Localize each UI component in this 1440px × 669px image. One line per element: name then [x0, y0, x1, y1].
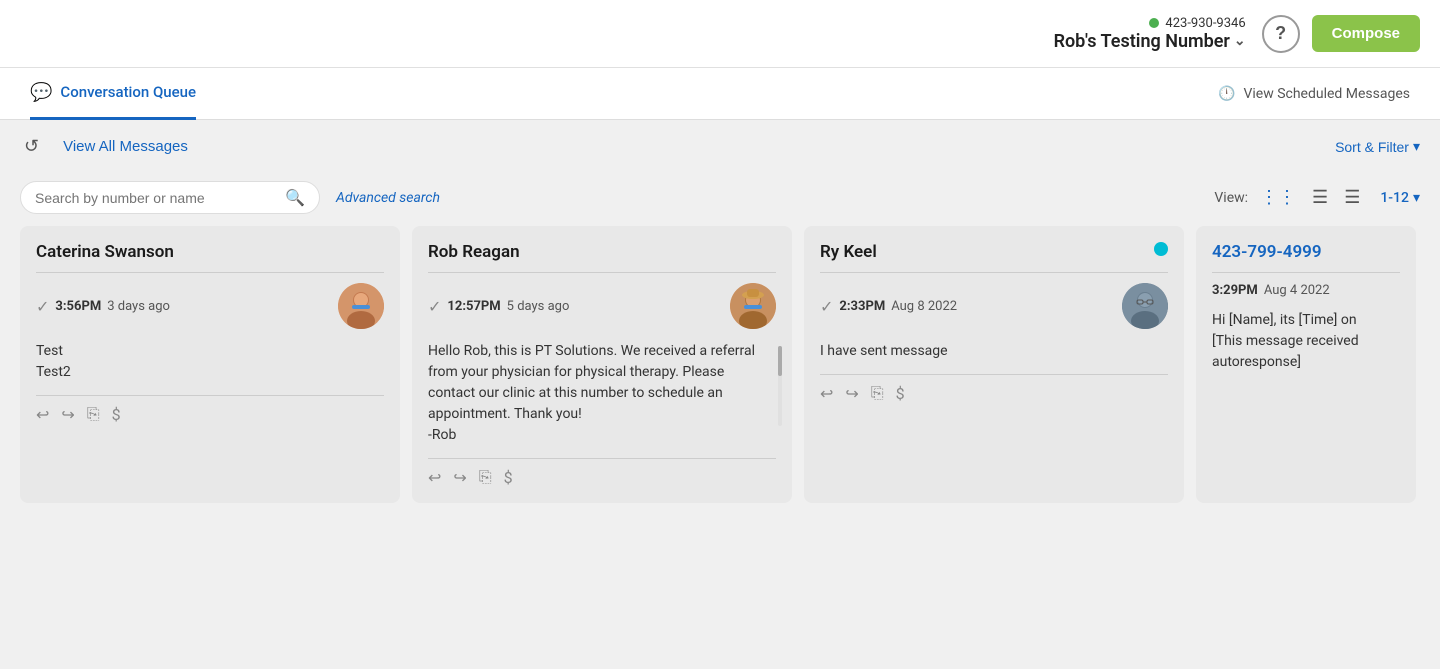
- card-time-unknown: 3:29PM Aug 4 2022: [1212, 283, 1400, 298]
- scroll-thumb: [778, 346, 782, 376]
- avatar-caterina: [338, 283, 384, 329]
- time-bold: 3:29PM: [1212, 283, 1258, 298]
- top-header: 423-930-9346 Rob's Testing Number ⌄ ? Co…: [0, 0, 1440, 68]
- compact-view-button[interactable]: ☰: [1308, 185, 1332, 210]
- reply-icon[interactable]: ↩: [428, 468, 441, 487]
- time-ago: 3 days ago: [107, 299, 170, 314]
- card-name-rob: Rob Reagan: [428, 242, 776, 262]
- card-message-unknown: Hi [Name], its [Time] on[This message re…: [1212, 310, 1400, 373]
- time-ago: Aug 4 2022: [1264, 283, 1330, 298]
- view-scheduled-label: View Scheduled Messages: [1243, 86, 1410, 102]
- check-icon: ✓: [820, 297, 833, 316]
- chat-icon: 💬: [30, 82, 52, 103]
- nav-tabs: 💬 Conversation Queue 🕛 View Scheduled Me…: [0, 68, 1440, 120]
- list-view-button[interactable]: ☰: [1340, 185, 1364, 210]
- avatar-ry: [1122, 283, 1168, 329]
- time-bold: 3:56PM: [55, 299, 101, 314]
- conversation-card-ry[interactable]: Ry Keel ✓ 2:33PM Aug 8 2022: [804, 226, 1184, 503]
- copy-icon[interactable]: ⎘: [871, 383, 884, 403]
- card-meta-ry: ✓ 2:33PM Aug 8 2022: [820, 283, 1168, 329]
- dollar-icon[interactable]: $: [896, 384, 905, 403]
- card-footer-ry: ↩ ↪ ⎘ $: [820, 374, 1168, 403]
- testing-number-selector[interactable]: Rob's Testing Number ⌄: [1054, 31, 1246, 52]
- forward-icon[interactable]: ↪: [845, 384, 858, 403]
- sort-filter-label: Sort & Filter: [1335, 139, 1409, 155]
- forward-icon[interactable]: ↪: [453, 468, 466, 487]
- dollar-icon[interactable]: $: [504, 468, 513, 487]
- chevron-down-icon: ⌄: [1234, 33, 1246, 49]
- testing-number-label: Rob's Testing Number: [1054, 31, 1230, 52]
- reply-icon[interactable]: ↩: [36, 405, 49, 424]
- phone-info: 423-930-9346 Rob's Testing Number ⌄: [1054, 16, 1246, 52]
- pagination-label: 1-12: [1380, 190, 1409, 206]
- card-name-ry: Ry Keel: [820, 242, 1168, 262]
- forward-icon[interactable]: ↪: [61, 405, 74, 424]
- time-bold: 12:57PM: [447, 299, 500, 314]
- copy-icon[interactable]: ⎘: [479, 467, 492, 487]
- phone-number-display: 423-930-9346: [1165, 16, 1245, 31]
- time-ago: 5 days ago: [507, 299, 570, 314]
- copy-icon[interactable]: ⎘: [87, 404, 100, 424]
- cards-area: Caterina Swanson ✓ 3:56PM 3 days ago Tes…: [0, 226, 1440, 523]
- view-all-messages-button[interactable]: View All Messages: [63, 138, 188, 155]
- phone-status: 423-930-9346: [1149, 16, 1245, 31]
- conversation-card-caterina[interactable]: Caterina Swanson ✓ 3:56PM 3 days ago Tes…: [20, 226, 400, 503]
- chevron-down-icon: ▾: [1413, 138, 1420, 155]
- conversation-queue-label: Conversation Queue: [60, 83, 196, 101]
- online-indicator: [1154, 242, 1168, 256]
- clock-icon: 🕛: [1218, 86, 1235, 102]
- pagination-control[interactable]: 1-12 ▾: [1380, 190, 1420, 206]
- toolbar: ↺ View All Messages Sort & Filter ▾: [0, 120, 1440, 173]
- view-label: View:: [1214, 190, 1248, 206]
- card-meta-rob: ✓ 12:57PM 5 days ago: [428, 283, 776, 329]
- view-controls: View: ⋮⋮ ☰ ☰ 1-12 ▾: [1214, 185, 1420, 210]
- scroll-track: [778, 346, 782, 426]
- help-button[interactable]: ?: [1262, 15, 1300, 53]
- avatar-rob: [730, 283, 776, 329]
- check-icon: ✓: [428, 297, 441, 316]
- tab-conversation-queue[interactable]: 💬 Conversation Queue: [30, 68, 196, 120]
- sort-filter-button[interactable]: Sort & Filter ▾: [1335, 138, 1420, 155]
- view-scheduled-messages[interactable]: 🕛 View Scheduled Messages: [1218, 86, 1410, 102]
- search-input[interactable]: [35, 190, 277, 206]
- search-input-wrap: 🔍: [20, 181, 320, 214]
- card-name-caterina: Caterina Swanson: [36, 242, 384, 262]
- check-icon: ✓: [36, 297, 49, 316]
- refresh-button[interactable]: ↺: [20, 132, 43, 161]
- card-time-caterina: ✓ 3:56PM 3 days ago: [36, 297, 170, 316]
- search-icon: 🔍: [285, 188, 305, 207]
- card-meta-caterina: ✓ 3:56PM 3 days ago: [36, 283, 384, 329]
- conversation-card-rob[interactable]: Rob Reagan ✓ 12:57PM 5 days ago: [412, 226, 792, 503]
- grid-view-button[interactable]: ⋮⋮: [1256, 185, 1300, 210]
- advanced-search-link[interactable]: Advanced search: [336, 190, 440, 206]
- reply-icon[interactable]: ↩: [820, 384, 833, 403]
- time-bold: 2:33PM: [839, 299, 885, 314]
- card-message-rob: Hello Rob, this is PT Solutions. We rece…: [428, 341, 776, 446]
- card-message-ry: I have sent message: [820, 341, 1168, 362]
- card-time-rob: ✓ 12:57PM 5 days ago: [428, 297, 569, 316]
- card-time-ry: ✓ 2:33PM Aug 8 2022: [820, 297, 957, 316]
- card-footer-caterina: ↩ ↪ ⎘ $: [36, 395, 384, 424]
- card-message-caterina: TestTest2: [36, 341, 384, 383]
- status-dot: [1149, 18, 1159, 28]
- card-name-unknown: 423-799-4999: [1212, 242, 1400, 262]
- compose-button[interactable]: Compose: [1312, 15, 1420, 52]
- card-footer-rob: ↩ ↪ ⎘ $: [428, 458, 776, 487]
- search-bar-row: 🔍 Advanced search View: ⋮⋮ ☰ ☰ 1-12 ▾: [0, 173, 1440, 226]
- dollar-icon[interactable]: $: [112, 405, 121, 424]
- conversation-card-unknown[interactable]: 423-799-4999 3:29PM Aug 4 2022 Hi [Name]…: [1196, 226, 1416, 503]
- pagination-chevron: ▾: [1413, 190, 1420, 206]
- time-ago: Aug 8 2022: [891, 299, 957, 314]
